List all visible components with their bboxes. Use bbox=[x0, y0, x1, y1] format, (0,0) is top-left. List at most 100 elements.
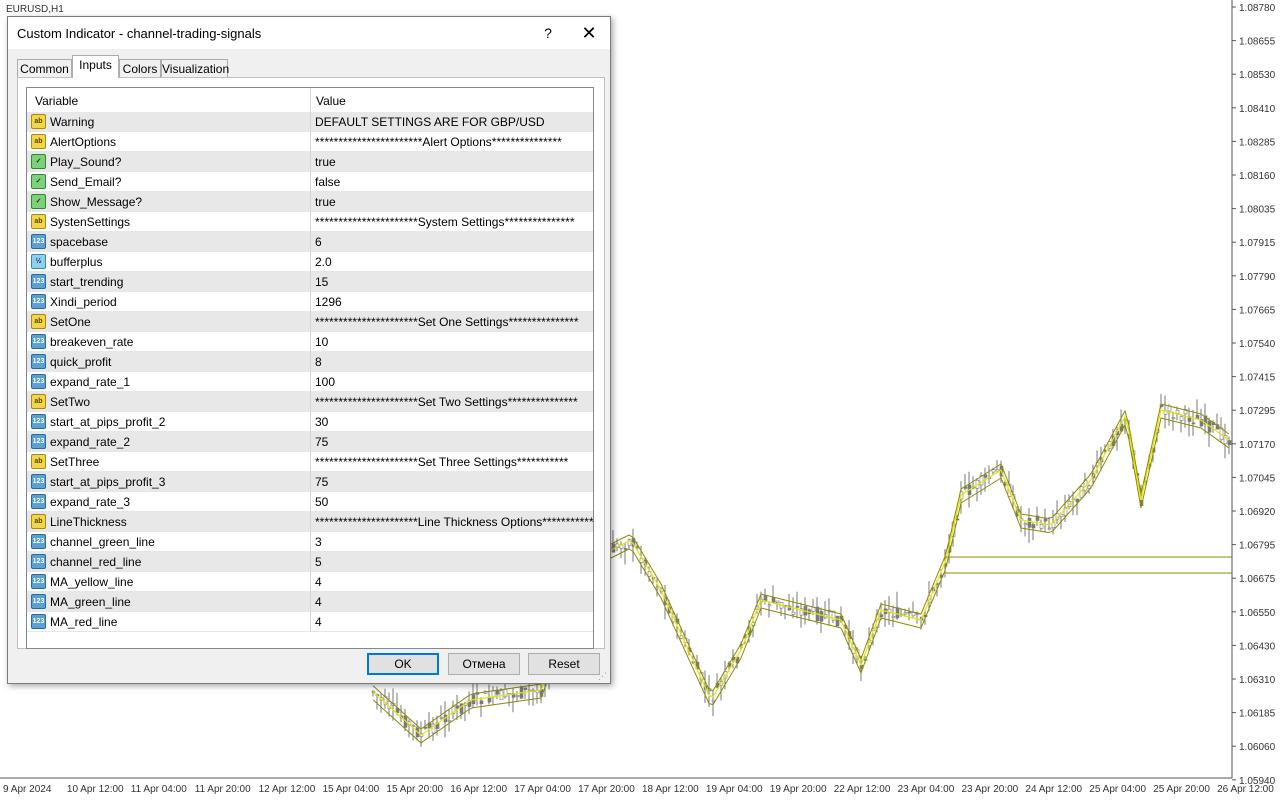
candle-body bbox=[1179, 416, 1184, 421]
variable-value[interactable]: 4 bbox=[315, 575, 322, 589]
variable-value[interactable]: 2.0 bbox=[315, 255, 332, 269]
resize-grip-icon[interactable]: ⋰ bbox=[598, 671, 608, 681]
variable-value[interactable]: 3 bbox=[315, 535, 322, 549]
variable-value[interactable]: 100 bbox=[315, 375, 335, 389]
variable-value[interactable]: **********************Line Thickness Opt… bbox=[315, 515, 593, 529]
input-row[interactable]: 123 MA_yellow_line 4 bbox=[27, 572, 593, 592]
column-divider bbox=[310, 152, 311, 172]
reset-button[interactable]: Reset bbox=[528, 653, 600, 675]
input-row[interactable]: 123 start_at_pips_profit_2 30 bbox=[27, 412, 593, 432]
variable-value[interactable]: **********************System Settings***… bbox=[315, 215, 575, 229]
variable-value[interactable]: true bbox=[315, 155, 336, 169]
column-divider bbox=[310, 572, 311, 592]
input-row[interactable]: ab SystenSettings **********************Sy… bbox=[27, 212, 593, 232]
tab-inputs[interactable]: Inputs bbox=[72, 55, 119, 78]
column-divider bbox=[310, 312, 311, 332]
price-tick-label: 1.08035 bbox=[1239, 205, 1276, 216]
input-row[interactable]: 123 MA_green_line 4 bbox=[27, 592, 593, 612]
variable-value[interactable]: 1296 bbox=[315, 295, 342, 309]
help-button[interactable]: ? bbox=[528, 17, 568, 49]
time-tick-label: 11 Apr 04:00 bbox=[131, 784, 187, 795]
tab-common[interactable]: Common bbox=[17, 59, 72, 77]
input-row[interactable]: ab LineThickness **********************Lin… bbox=[27, 512, 593, 532]
variable-value[interactable]: 6 bbox=[315, 235, 322, 249]
input-row[interactable]: 123 start_at_pips_profit_3 75 bbox=[27, 472, 593, 492]
input-row[interactable]: 123 start_trending 15 bbox=[27, 272, 593, 292]
integer-type-icon: 123 bbox=[31, 234, 46, 249]
dialog-titlebar[interactable]: Custom Indicator - channel-trading-signa… bbox=[8, 17, 610, 49]
variable-value[interactable]: 10 bbox=[315, 335, 328, 349]
integer-type-icon: 123 bbox=[31, 574, 46, 589]
input-row[interactable]: ½ bufferplus 2.0 bbox=[27, 252, 593, 272]
column-header-value[interactable]: Value bbox=[316, 94, 346, 108]
input-row[interactable]: ab SetTwo **********************Set Two Se… bbox=[27, 392, 593, 412]
column-divider[interactable] bbox=[310, 88, 311, 112]
time-tick-label: 17 Apr 04:00 bbox=[514, 784, 571, 795]
variable-name: start_at_pips_profit_2 bbox=[50, 415, 166, 429]
column-divider bbox=[310, 252, 311, 272]
input-row[interactable]: 123 expand_rate_3 50 bbox=[27, 492, 593, 512]
variable-value[interactable]: 4 bbox=[315, 595, 322, 609]
variable-value[interactable]: DEFAULT SETTINGS ARE FOR GBP/USD bbox=[315, 115, 545, 129]
variable-name: SetTwo bbox=[50, 395, 91, 409]
input-row[interactable]: 123 spacebase 6 bbox=[27, 232, 593, 252]
input-row[interactable]: ab AlertOptions ***********************Ale… bbox=[27, 132, 593, 152]
input-row[interactable]: 123 channel_green_line 3 bbox=[27, 532, 593, 552]
variable-value[interactable]: false bbox=[315, 175, 340, 189]
candle-body bbox=[1175, 409, 1180, 414]
variable-value[interactable]: 5 bbox=[315, 555, 322, 569]
ok-button[interactable]: OK bbox=[367, 653, 439, 675]
price-tick-label: 1.06795 bbox=[1239, 541, 1276, 552]
variable-value[interactable]: 30 bbox=[315, 415, 328, 429]
input-row[interactable]: ab SetThree **********************Set Thre… bbox=[27, 452, 593, 472]
variable-value[interactable]: **********************Set One Settings**… bbox=[315, 315, 579, 329]
candle-body bbox=[1047, 527, 1052, 530]
column-header-variable[interactable]: Variable bbox=[35, 94, 78, 108]
tab-colors[interactable]: Colors bbox=[119, 59, 161, 77]
variable-value[interactable]: true bbox=[315, 195, 336, 209]
time-tick-label: 23 Apr 04:00 bbox=[898, 784, 955, 795]
time-tick-label: 24 Apr 12:00 bbox=[1025, 784, 1082, 795]
double-type-icon: ½ bbox=[31, 254, 46, 269]
variable-value[interactable]: 15 bbox=[315, 275, 328, 289]
variable-value[interactable]: 4 bbox=[315, 615, 322, 629]
time-tick-label: 19 Apr 20:00 bbox=[770, 784, 827, 795]
column-divider bbox=[310, 552, 311, 572]
candle-body bbox=[527, 689, 532, 692]
variable-value[interactable]: 75 bbox=[315, 475, 328, 489]
variable-value[interactable]: 75 bbox=[315, 435, 328, 449]
variable-value[interactable]: **********************Set Two Settings**… bbox=[315, 395, 578, 409]
input-row[interactable]: 123 quick_profit 8 bbox=[27, 352, 593, 372]
input-row[interactable]: 123 breakeven_rate 10 bbox=[27, 332, 593, 352]
input-row[interactable]: ab Warning DEFAULT SETTINGS ARE FOR GBP/US… bbox=[27, 112, 593, 132]
column-divider bbox=[310, 172, 311, 192]
integer-type-icon: 123 bbox=[31, 374, 46, 389]
input-row[interactable]: 123 Xindi_period 1296 bbox=[27, 292, 593, 312]
candle-body bbox=[1227, 440, 1232, 446]
column-divider bbox=[310, 432, 311, 452]
input-row[interactable]: ✓ Play_Sound? true bbox=[27, 152, 593, 172]
variable-name: channel_red_line bbox=[50, 555, 142, 569]
integer-type-icon: 123 bbox=[31, 354, 46, 369]
input-row[interactable]: 123 channel_red_line 5 bbox=[27, 552, 593, 572]
variable-name: Send_Email? bbox=[50, 175, 122, 189]
column-divider bbox=[310, 512, 311, 532]
string-type-icon: ab bbox=[31, 394, 46, 409]
variable-name: SystenSettings bbox=[50, 215, 131, 229]
cancel-button[interactable]: Отмена bbox=[448, 653, 520, 675]
input-row[interactable]: 123 MA_red_line 4 bbox=[27, 612, 593, 632]
variable-value[interactable]: ***********************Alert Options****… bbox=[315, 135, 562, 149]
price-tick-label: 1.08780 bbox=[1239, 3, 1276, 14]
close-button[interactable]: ✕ bbox=[568, 17, 610, 49]
variable-value[interactable]: **********************Set Three Settings… bbox=[315, 455, 568, 469]
input-row[interactable]: 123 expand_rate_1 100 bbox=[27, 372, 593, 392]
variable-value[interactable]: 8 bbox=[315, 355, 322, 369]
input-row[interactable]: 123 expand_rate_2 75 bbox=[27, 432, 593, 452]
tab-visualization[interactable]: Visualization bbox=[161, 59, 229, 77]
input-row[interactable]: ✓ Send_Email? false bbox=[27, 172, 593, 192]
input-row[interactable]: ✓ Show_Message? true bbox=[27, 192, 593, 212]
candle-body bbox=[455, 705, 460, 709]
variable-value[interactable]: 50 bbox=[315, 495, 328, 509]
input-row[interactable]: ab SetOne **********************Set One Se… bbox=[27, 312, 593, 332]
candle-body bbox=[835, 615, 840, 627]
